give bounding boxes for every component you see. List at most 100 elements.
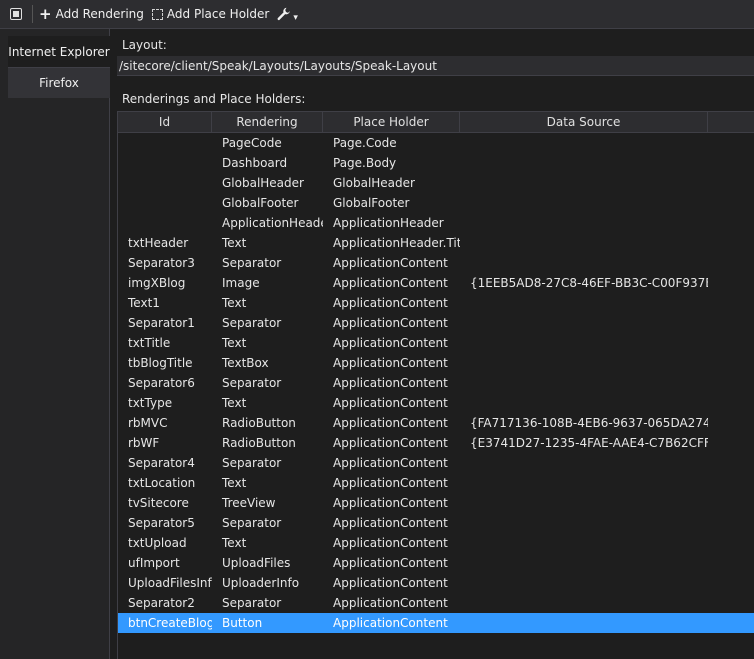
table-row[interactable]: btnCreateBlog Button ApplicationContent [118,613,754,633]
placeholder-cell: ApplicationContent [333,316,448,330]
rendering-cell: GlobalFooter [222,196,299,210]
placeholder-cell: ApplicationContent [333,556,448,570]
datasource-cell [460,233,708,253]
grid-body: PageCode Page.Code Dashboard Page.Body Globa… [118,133,754,633]
placeholder-cell: ApplicationContent [333,496,448,510]
datasource-cell [460,513,708,533]
datasource-cell: {E3741D27-1235-4FAE-AAE4-C7B62CFF04B0} [470,436,708,450]
table-row[interactable]: Separator6 Separator ApplicationContent [118,373,754,393]
table-row[interactable]: ufImport UploadFiles ApplicationContent [118,553,754,573]
id-cell: rbWF [128,436,160,450]
id-cell: tvSitecore [128,496,189,510]
settings-dropdown-button[interactable]: ▾ [277,5,298,23]
add-rendering-label: Add Rendering [55,7,144,21]
rendering-cell: Dashboard [222,156,288,170]
rendering-cell: RadioButton [222,416,296,430]
id-cell: txtTitle [128,336,171,350]
placeholder-cell: ApplicationContent [333,256,448,270]
datasource-cell [460,133,708,153]
table-row[interactable]: tbBlogTitle TextBox ApplicationContent [118,353,754,373]
table-row[interactable]: Separator5 Separator ApplicationContent [118,513,754,533]
rendering-cell: Separator [222,456,282,470]
chevron-down-icon: ▾ [293,13,298,23]
table-row[interactable]: Separator4 Separator ApplicationContent [118,453,754,473]
add-rendering-button[interactable]: + Add Rendering [39,7,144,22]
id-cell: rbMVC [128,416,168,430]
table-row[interactable]: Dashboard Page.Body [118,153,754,173]
id-cell: ufImport [128,556,180,570]
id-cell: Separator6 [128,376,195,390]
table-row[interactable]: Text1 Text ApplicationContent [118,293,754,313]
rendering-cell: RadioButton [222,436,296,450]
table-row[interactable]: rbWF RadioButton ApplicationContent {E3741D… [118,433,754,453]
id-cell: Separator1 [128,316,195,330]
wrench-icon [277,7,291,21]
placeholder-cell: ApplicationContent [333,336,448,350]
table-row[interactable]: Separator3 Separator ApplicationContent [118,253,754,273]
toolbar-divider [32,5,33,23]
id-cell: Text1 [128,296,160,310]
datasource-cell [460,253,708,273]
table-row[interactable]: txtType Text ApplicationContent [118,393,754,413]
table-row[interactable]: txtTitle Text ApplicationContent [118,333,754,353]
datasource-cell [460,173,708,193]
add-placeholder-button[interactable]: Add Place Holder [151,7,269,21]
placeholder-icon [151,8,163,20]
placeholder-cell: ApplicationContent [333,436,448,450]
table-row[interactable]: tvSitecore TreeView ApplicationContent [118,493,754,513]
column-header-id[interactable]: Id [118,112,212,132]
layout-label: Layout: [122,38,167,52]
id-cell [118,213,212,233]
grid-header: Id Rendering Place Holder Data Source [118,112,754,133]
id-cell: Separator2 [128,596,195,610]
datasource-cell [460,493,708,513]
datasource-cell [460,453,708,473]
table-row[interactable]: imgXBlog Image ApplicationContent {1EEB5AD8… [118,273,754,293]
table-row[interactable]: ApplicationHeader ApplicationHeader [118,213,754,233]
table-row[interactable]: txtHeader Text ApplicationHeader.Title [118,233,754,253]
id-cell: imgXBlog [128,276,186,290]
placeholder-cell: ApplicationHeader [333,216,444,230]
renderings-label: Renderings and Place Holders: [122,92,306,106]
table-row[interactable]: Separator1 Separator ApplicationContent [118,313,754,333]
table-row[interactable]: txtLocation Text ApplicationContent [118,473,754,493]
column-header-datasource[interactable]: Data Source [460,112,708,132]
column-header-placeholder[interactable]: Place Holder [323,112,460,132]
rendering-cell: Image [222,276,260,290]
table-row[interactable]: GlobalFooter GlobalFooter [118,193,754,213]
placeholder-cell: ApplicationContent [333,516,448,530]
id-cell: txtType [128,396,173,410]
datasource-cell [460,193,708,213]
placeholder-cell: Page.Body [333,156,397,170]
table-row[interactable]: UploadFilesInfo UploaderInfo ApplicationCo… [118,573,754,593]
table-row[interactable]: txtUpload Text ApplicationContent [118,533,754,553]
placeholder-cell: ApplicationContent [333,616,448,630]
tab-firefox[interactable]: Firefox [8,67,110,98]
rendering-cell: UploaderInfo [222,576,300,590]
tab-internet-explorer[interactable]: Internet Explorer [8,36,110,67]
id-cell [118,133,212,153]
placeholder-cell: ApplicationContent [333,536,448,550]
toolbar: + Add Rendering Add Place Holder ▾ [0,0,754,29]
id-cell: Separator3 [128,256,195,270]
datasource-cell [460,573,708,593]
layout-path-field[interactable]: /sitecore/client/Speak/Layouts/Layouts/S… [117,56,754,76]
renderings-grid[interactable]: Id Rendering Place Holder Data Source Pa… [117,111,754,659]
datasource-cell [460,613,708,633]
table-row[interactable]: GlobalHeader GlobalHeader [118,173,754,193]
table-row[interactable]: PageCode Page.Code [118,133,754,153]
id-cell: txtHeader [128,236,189,250]
placeholder-cell: GlobalFooter [333,196,410,210]
id-cell: txtUpload [128,536,187,550]
rendering-cell: TextBox [222,356,269,370]
datasource-cell [460,593,708,613]
window-icon[interactable] [10,8,22,20]
placeholder-cell: ApplicationContent [333,396,448,410]
column-header-rendering[interactable]: Rendering [212,112,323,132]
rendering-cell: ApplicationHeader [222,216,323,230]
table-row[interactable]: Separator2 Separator ApplicationContent [118,593,754,613]
table-row[interactable]: rbMVC RadioButton ApplicationContent {FA717… [118,413,754,433]
browser-tabs: Internet Explorer Firefox [0,29,110,659]
rendering-cell: Text [222,336,247,350]
datasource-cell [460,153,708,173]
